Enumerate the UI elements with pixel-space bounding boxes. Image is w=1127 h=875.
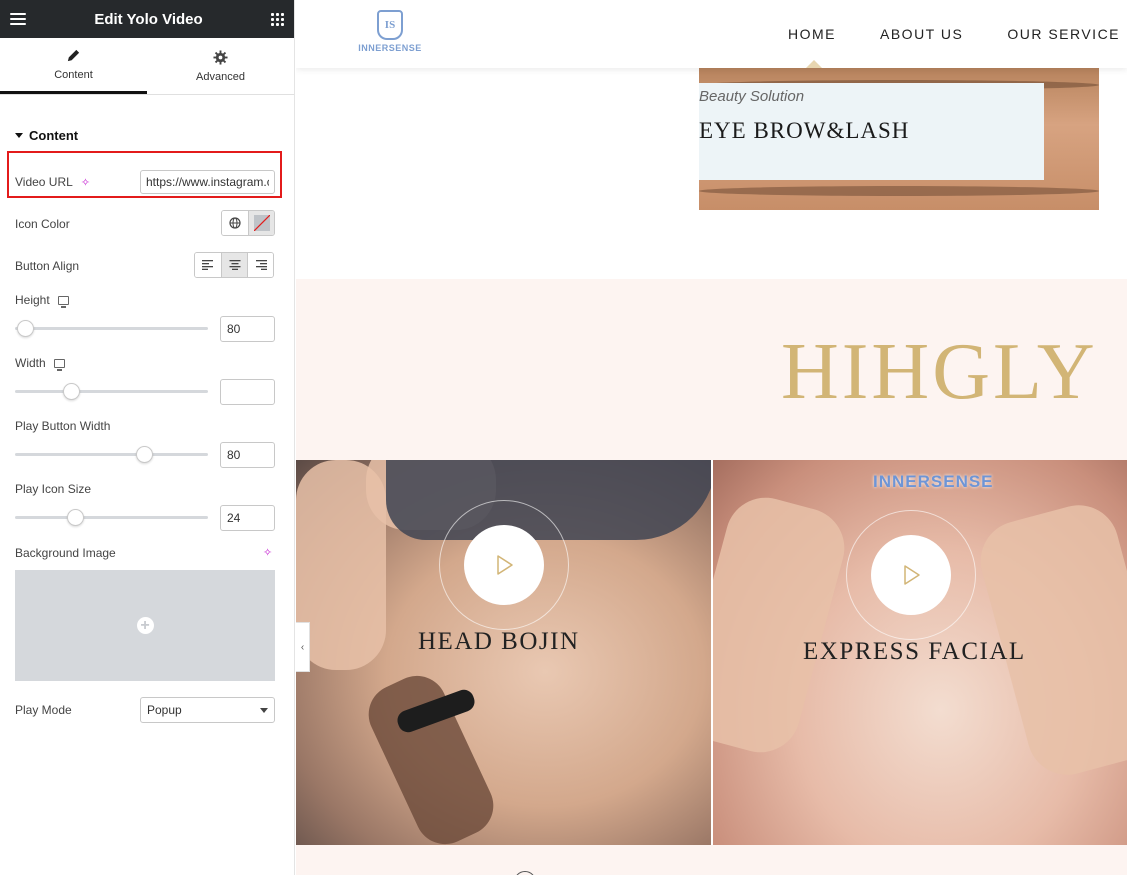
editor-panel: Edit Yolo Video Content Advanced Content… [0, 0, 295, 875]
height-slider-handle[interactable] [16, 320, 34, 337]
logo-crest-icon: IS [377, 10, 403, 40]
align-left-button[interactable] [195, 253, 221, 277]
button-align-label: Button Align [15, 259, 80, 273]
panel-header: Edit Yolo Video [0, 0, 294, 38]
no-color-swatch-icon [253, 215, 270, 231]
add-image-plus-icon[interactable]: + [136, 617, 154, 634]
service-card-caption: Beauty Solution EYE BROW&LASH [699, 83, 1044, 180]
play-icon [904, 565, 920, 585]
play-mode-select[interactable]: Popup [140, 697, 275, 723]
widgets-grid-icon[interactable] [270, 12, 284, 26]
width-slider[interactable] [15, 383, 208, 400]
video-tile-head-bojin[interactable]: HEAD BOJIN [296, 460, 711, 845]
nav-home[interactable]: HOME [788, 26, 836, 42]
tab-content-label: Content [54, 69, 93, 81]
play-button[interactable] [871, 535, 951, 615]
ai-sparkle-icon[interactable]: ✧ [263, 546, 272, 559]
band-heading: HIHGLY [781, 328, 1098, 416]
nav-our-service[interactable]: OUR SERVICE [1007, 26, 1120, 42]
align-left-icon [202, 260, 213, 270]
tab-advanced-label: Advanced [196, 70, 245, 83]
play-icon [497, 555, 513, 575]
logo-monogram: IS [384, 19, 396, 31]
background-image-label: Background Image [15, 546, 116, 560]
video-title-express-facial: EXPRESS FACIAL [803, 638, 1026, 665]
photo-hand-shape [713, 488, 854, 762]
chevron-left-icon: ‹ [300, 641, 305, 653]
service-card-title[interactable]: EYE BROW&LASH [699, 118, 909, 144]
logo-text: INNERSENSE [358, 43, 422, 53]
next-section-strip [296, 845, 1127, 875]
align-center-icon [229, 260, 240, 270]
main-nav: HOME ABOUT US OUR SERVICE [788, 26, 1120, 42]
height-value-input[interactable]: 80 [220, 316, 275, 342]
icon-color-label: Icon Color [15, 217, 70, 231]
global-color-button[interactable] [222, 211, 248, 235]
play-icon-size-input[interactable]: 24 [220, 505, 275, 531]
video-watermark-logo: INNERSENSE [873, 472, 994, 491]
width-value-input[interactable] [220, 379, 275, 405]
align-right-icon [255, 260, 267, 270]
background-image-picker[interactable]: + [15, 570, 275, 681]
content-section-toggle[interactable]: Content [15, 128, 78, 143]
collapse-panel-toggle[interactable]: ‹ [296, 622, 310, 672]
panel-tabs: Content Advanced [0, 38, 294, 95]
play-icon-size-slider[interactable] [15, 509, 208, 526]
caret-down-icon [15, 133, 23, 138]
play-button-width-input[interactable]: 80 [220, 442, 275, 468]
video-url-label-group: Video URL ✧ [15, 175, 90, 189]
play-icon-size-slider-handle[interactable] [66, 509, 84, 526]
width-slider-handle[interactable] [62, 383, 80, 400]
brow-shading [699, 186, 1099, 196]
width-label-group: Width [15, 356, 65, 371]
globe-icon [229, 217, 241, 229]
color-swatch-button[interactable] [248, 211, 274, 235]
align-center-button[interactable] [221, 253, 247, 277]
video-url-input[interactable] [140, 170, 275, 194]
pencil-icon [67, 49, 80, 62]
height-label: Height [15, 293, 50, 307]
ai-sparkle-icon[interactable]: ✧ [81, 176, 90, 189]
play-button-width-slider-handle[interactable] [136, 446, 154, 463]
video-tile-express-facial[interactable]: INNERSENSE EXPRESS FACIAL [713, 460, 1127, 845]
button-align-group [194, 252, 274, 278]
align-right-button[interactable] [247, 253, 273, 277]
highlight-band: HIHGLY [296, 279, 1127, 460]
play-mode-label: Play Mode [15, 703, 72, 717]
gear-icon [213, 49, 228, 65]
section-title: Content [29, 128, 79, 143]
hamburger-menu-icon[interactable] [10, 13, 26, 25]
photo-hand-shape [358, 666, 504, 845]
play-mode-value: Popup [147, 703, 182, 717]
active-nav-indicator [806, 60, 822, 68]
play-button[interactable] [464, 525, 544, 605]
width-label: Width [15, 356, 46, 370]
icon-color-controls [221, 210, 275, 236]
site-preview: IS INNERSENSE HOME ABOUT US OUR SERVICE … [296, 0, 1127, 875]
video-title-head-bojin: HEAD BOJIN [418, 628, 580, 655]
video-url-label: Video URL [15, 175, 73, 189]
play-button-width-slider[interactable] [15, 446, 208, 463]
panel-title: Edit Yolo Video [94, 10, 203, 28]
play-button-width-label: Play Button Width [15, 419, 111, 433]
desktop-responsive-icon[interactable] [57, 295, 69, 308]
nav-about-us[interactable]: ABOUT US [880, 26, 963, 42]
play-icon-size-label: Play Icon Size [15, 482, 92, 496]
desktop-responsive-icon[interactable] [53, 358, 65, 371]
tab-advanced[interactable]: Advanced [147, 38, 294, 94]
dropdown-arrow-icon [260, 707, 268, 713]
height-slider[interactable] [15, 320, 208, 337]
height-label-group: Height [15, 293, 69, 308]
circle-icon [514, 871, 536, 875]
site-logo[interactable]: IS INNERSENSE [358, 10, 422, 58]
tab-content[interactable]: Content [0, 38, 147, 94]
service-card-subtitle: Beauty Solution [699, 88, 805, 105]
site-header: IS INNERSENSE HOME ABOUT US OUR SERVICE [296, 0, 1127, 68]
